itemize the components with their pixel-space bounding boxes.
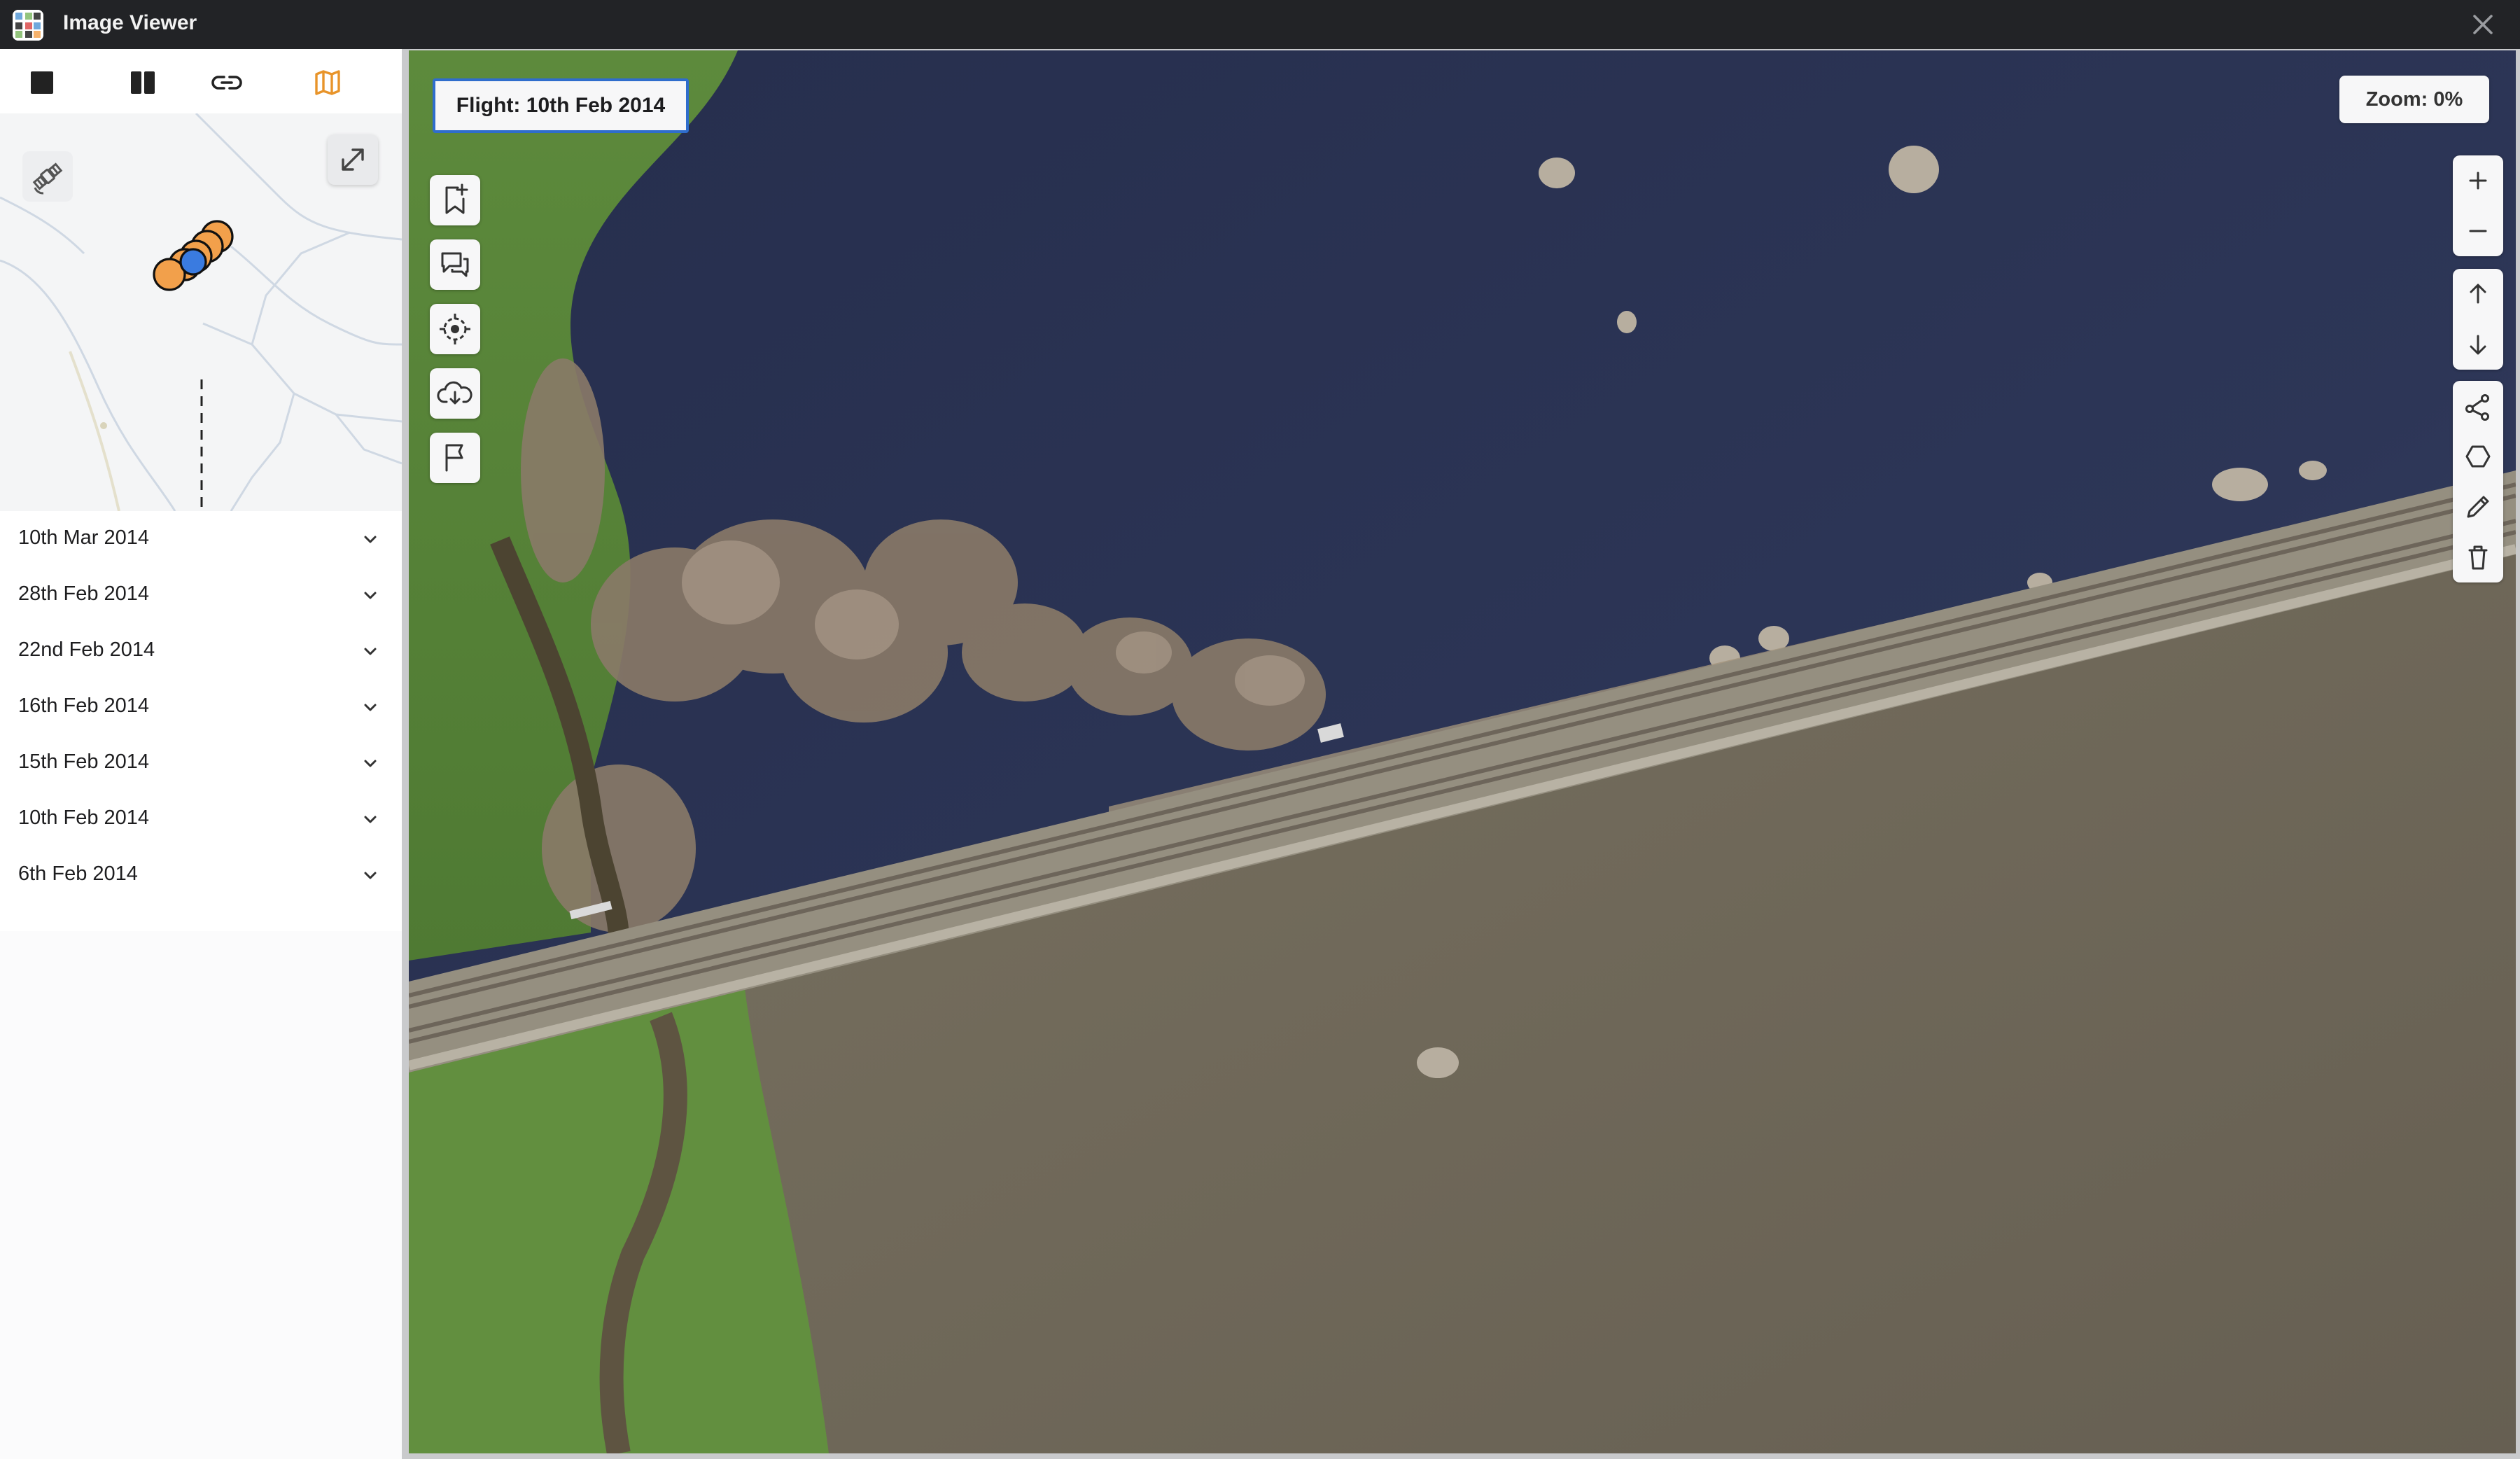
chevron-down-icon[interactable]	[360, 697, 381, 718]
chevron-down-icon[interactable]	[360, 753, 381, 774]
close-icon[interactable]	[2467, 8, 2499, 41]
zoom-in-icon[interactable]	[2453, 155, 2503, 206]
zoom-controls	[2453, 155, 2503, 256]
flight-row-15-feb-2014[interactable]: 15th Feb 2014	[0, 735, 402, 791]
left-panel: 10th Mar 2014 28th Feb 2014 22nd Feb 201…	[0, 49, 402, 1459]
zoom-out-icon[interactable]	[2453, 206, 2503, 256]
flight-date-label: 28th Feb 2014	[18, 582, 150, 605]
aerial-photo[interactable]	[409, 50, 2516, 1453]
flight-date-label: 22nd Feb 2014	[18, 638, 155, 661]
comments-icon[interactable]	[430, 239, 480, 290]
arrow-up-icon[interactable]	[2453, 269, 2503, 319]
pencil-icon[interactable]	[2453, 482, 2503, 532]
title-bar: Image Viewer	[0, 0, 2520, 49]
satellite-icon[interactable]	[22, 151, 73, 202]
image-viewer-app-icon	[13, 10, 43, 41]
flight-list: 10th Mar 2014 28th Feb 2014 22nd Feb 201…	[0, 511, 402, 903]
drawing-tools	[2453, 381, 2503, 582]
flight-date-label: 10th Mar 2014	[18, 526, 150, 549]
flight-row-16-feb-2014[interactable]: 16th Feb 2014	[0, 679, 402, 735]
navigation-controls	[2453, 269, 2503, 370]
chevron-down-icon[interactable]	[360, 809, 381, 830]
chevron-down-icon[interactable]	[360, 865, 381, 886]
flight-row-28-feb-2014[interactable]: 28th Feb 2014	[0, 567, 402, 623]
flight-date-label: 15th Feb 2014	[18, 751, 150, 773]
minimap[interactable]	[0, 113, 402, 511]
flight-row-10-mar-2014[interactable]: 10th Mar 2014	[0, 511, 402, 567]
flight-row-10-feb-2014[interactable]: 10th Feb 2014	[0, 791, 402, 847]
chevron-down-icon[interactable]	[360, 641, 381, 662]
chevron-down-icon[interactable]	[360, 529, 381, 550]
cloud-download-icon[interactable]	[430, 368, 480, 419]
zoom-level-label: Zoom: 0%	[2339, 76, 2489, 123]
flight-date-label: 6th Feb 2014	[18, 863, 138, 885]
expand-icon[interactable]	[328, 134, 378, 185]
split-view-icon[interactable]	[123, 63, 162, 102]
polygon-icon[interactable]	[2453, 431, 2503, 482]
locate-icon[interactable]	[430, 304, 480, 354]
link-icon[interactable]	[207, 63, 246, 102]
flight-date-label: 10th Feb 2014	[18, 807, 150, 829]
flight-markers[interactable]	[140, 218, 245, 302]
single-view-icon[interactable]	[22, 63, 62, 102]
list-empty-area	[0, 931, 402, 1459]
flight-label: Flight: 10th Feb 2014	[433, 78, 689, 133]
flight-date-label: 16th Feb 2014	[18, 694, 150, 717]
chevron-down-icon[interactable]	[360, 585, 381, 606]
flag-icon[interactable]	[430, 433, 480, 483]
view-toolbar	[0, 49, 402, 113]
flight-row-22-feb-2014[interactable]: 22nd Feb 2014	[0, 623, 402, 679]
arrow-down-icon[interactable]	[2453, 319, 2503, 370]
flight-row-6-feb-2014[interactable]: 6th Feb 2014	[0, 847, 402, 903]
polyline-icon[interactable]	[2453, 381, 2503, 431]
bookmark-add-icon[interactable]	[430, 175, 480, 225]
window-title: Image Viewer	[63, 11, 197, 34]
map-icon[interactable]	[308, 63, 347, 102]
image-viewport[interactable]: Flight: 10th Feb 2014 Zoom: 0%	[409, 50, 2516, 1453]
trash-icon[interactable]	[2453, 532, 2503, 582]
